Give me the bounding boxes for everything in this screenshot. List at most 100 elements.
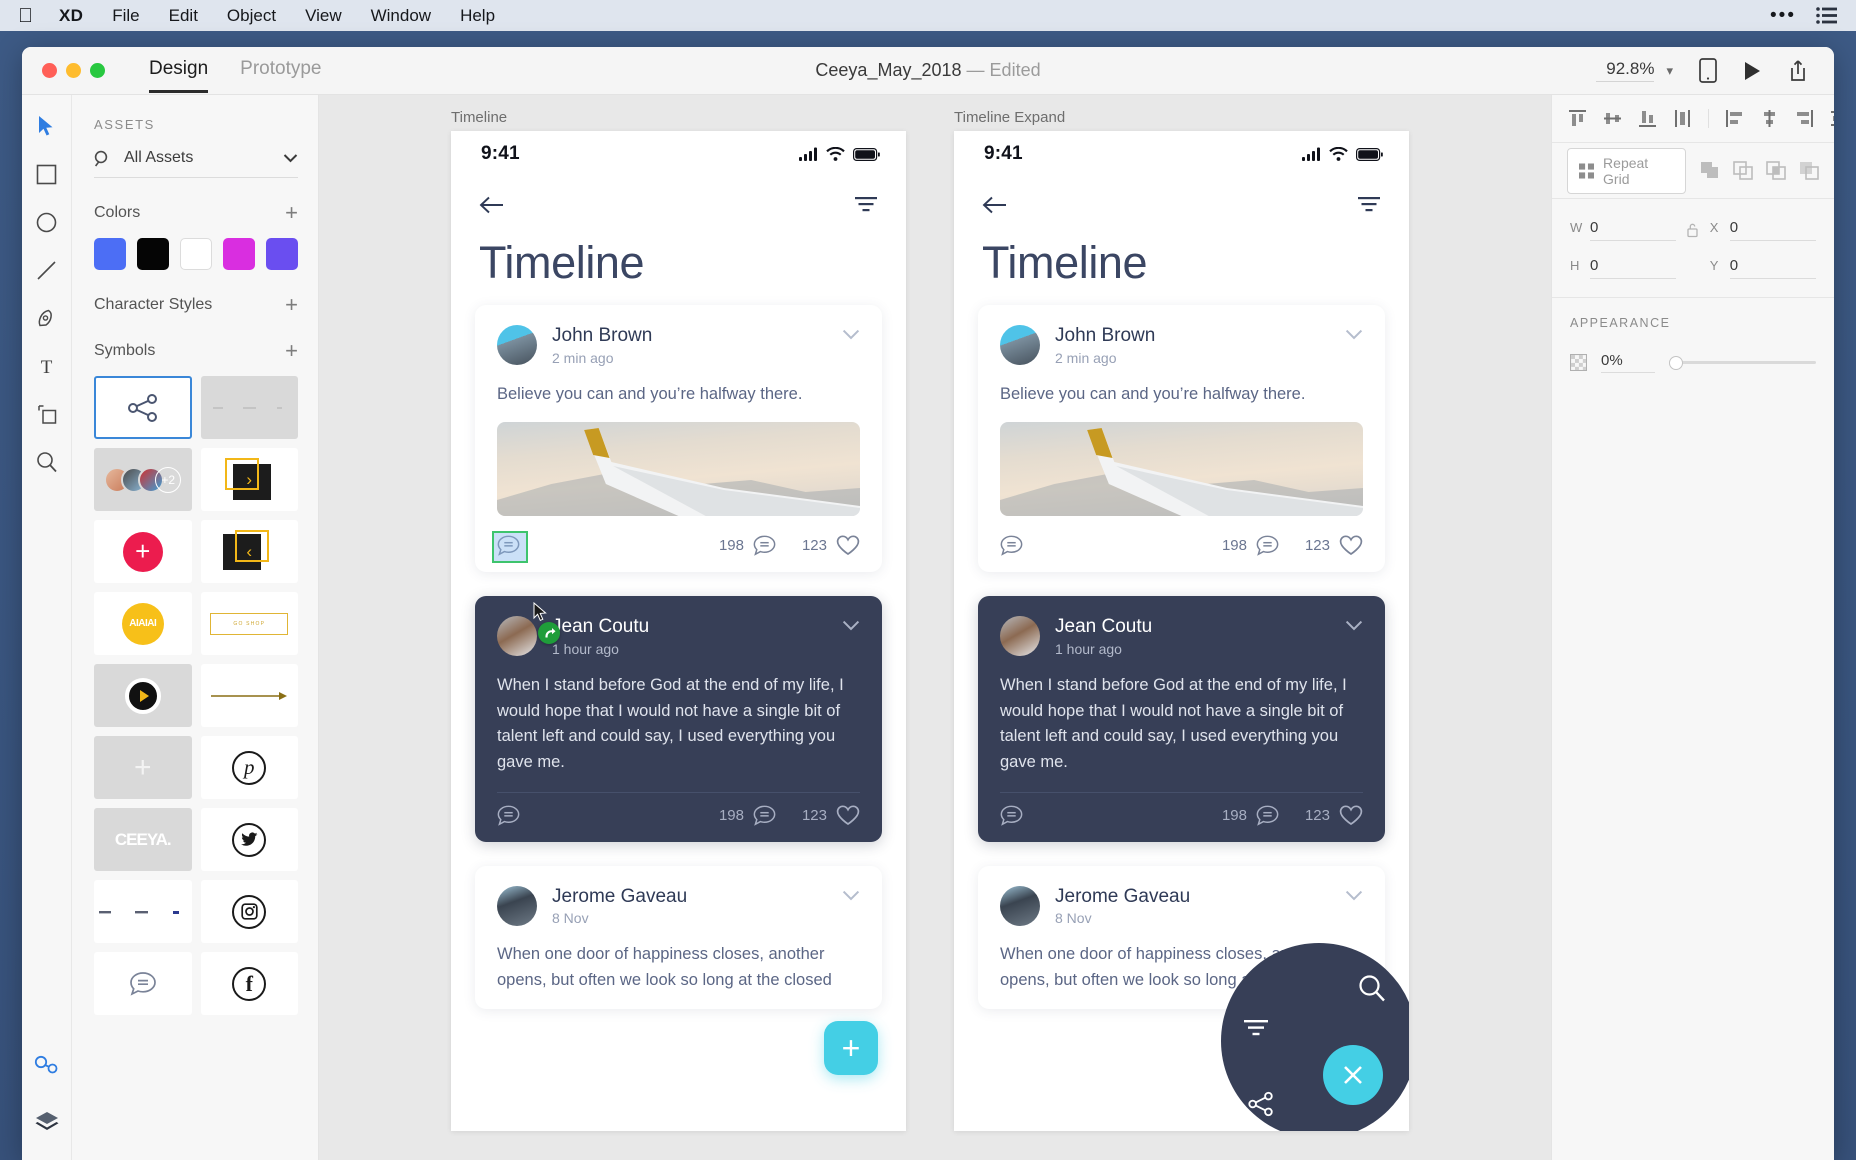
instagram-icon-symbol[interactable] (200, 880, 298, 943)
like-count-group[interactable]: 123 (802, 535, 860, 556)
zoom-tool-icon[interactable] (34, 449, 60, 475)
back-button[interactable] (479, 195, 505, 215)
post-expand-chevron[interactable] (842, 616, 860, 631)
chevron-down-icon[interactable] (842, 620, 860, 631)
opacity-value[interactable]: 0% (1601, 352, 1655, 373)
chevron-down-icon[interactable] (1345, 890, 1363, 901)
menu-item-object[interactable]: Object (227, 6, 276, 26)
back-arrow-icon[interactable] (479, 195, 505, 215)
assets-panel-icon[interactable] (34, 1052, 60, 1078)
post-expand-chevron[interactable] (1345, 886, 1363, 901)
like-heart-icon[interactable] (836, 804, 860, 826)
repeat-grid-button[interactable]: Repeat Grid (1567, 147, 1686, 194)
menu-item-edit[interactable]: Edit (169, 6, 198, 26)
comment-count-group[interactable]: 198 (1222, 535, 1279, 557)
distribute-horizontal-icon[interactable] (1830, 109, 1834, 128)
back-arrow-icon[interactable] (982, 195, 1008, 215)
post-card[interactable]: John Brown 2 min ago Believe you can and… (475, 305, 882, 573)
fab-filter-button[interactable] (1243, 1019, 1269, 1039)
comment-count-group[interactable]: 198 (719, 805, 776, 826)
x-field[interactable]: X 0 (1710, 219, 1816, 241)
align-horizontal-center-icon[interactable] (1760, 109, 1779, 128)
subtract-shapes-icon[interactable] (1733, 161, 1753, 180)
dashes-row-symbol[interactable] (94, 880, 192, 943)
share-icon[interactable] (1247, 1091, 1275, 1117)
text-tool-icon[interactable]: T (34, 353, 60, 379)
airplane-wing-photo[interactable] (1000, 422, 1363, 517)
ellipse-tool-icon[interactable] (34, 209, 60, 235)
chevron-down-icon[interactable] (1345, 329, 1363, 340)
prev-arrow-card-symbol[interactable]: ‹ (200, 520, 298, 583)
align-vertical-center-icon[interactable] (1603, 109, 1622, 128)
airplane-wing-photo[interactable] (497, 422, 860, 517)
expanded-fab-menu[interactable] (1221, 943, 1409, 1131)
post-card[interactable]: Jerome Gaveau 8 Nov When one door of hap… (475, 865, 882, 1010)
select-tool-icon[interactable] (34, 113, 60, 139)
menu-item-view[interactable]: View (305, 6, 342, 26)
long-arrow-symbol[interactable] (200, 664, 298, 727)
color-swatch[interactable] (137, 238, 169, 270)
x-value[interactable]: 0 (1729, 219, 1816, 241)
facebook-icon-symbol[interactable]: f (200, 952, 298, 1015)
line-tool-icon[interactable] (34, 257, 60, 283)
color-swatch[interactable] (223, 238, 255, 270)
pinterest-icon-symbol[interactable]: p (200, 736, 298, 799)
plus-placeholder-symbol[interactable]: + (94, 736, 192, 799)
artboard[interactable]: 9:41 Timeline John Brown 2 min ago Belie… (954, 131, 1409, 1131)
comment-icon[interactable] (753, 535, 776, 557)
layers-panel-icon[interactable] (34, 1108, 60, 1134)
color-swatch[interactable] (266, 238, 298, 270)
plus-icon[interactable]: + (285, 202, 298, 224)
minimize-window-button[interactable] (66, 63, 81, 78)
maximize-window-button[interactable] (90, 63, 105, 78)
menu-item-xd[interactable]: XD (59, 6, 83, 26)
post-card[interactable]: Jean Coutu 1 hour ago When I stand befor… (475, 596, 882, 842)
assets-search-row[interactable]: All Assets (94, 149, 298, 178)
align-bottom-icon[interactable] (1638, 109, 1657, 128)
aiaiai-logo-symbol[interactable]: AIAIAI (94, 592, 192, 655)
tab-design[interactable]: Design (149, 58, 209, 93)
intersect-shapes-icon[interactable] (1766, 161, 1786, 180)
post-comment-action[interactable] (1000, 805, 1023, 826)
add-post-fab[interactable]: + (824, 1021, 878, 1075)
comment-icon[interactable] (1000, 535, 1023, 557)
design-canvas[interactable]: Timeline 9:41 Timeline John Brown 2 min … (319, 95, 1551, 1160)
device-preview-icon[interactable] (1699, 58, 1717, 83)
post-expand-chevron[interactable] (842, 886, 860, 901)
add-circle-symbol[interactable]: + (94, 520, 192, 583)
chevron-down-icon[interactable] (1345, 620, 1363, 631)
share-icon[interactable] (1788, 59, 1808, 82)
pen-tool-icon[interactable] (34, 305, 60, 331)
post-comment-action[interactable] (492, 531, 528, 564)
post-card[interactable]: John Brown 2 min ago Believe you can and… (978, 305, 1385, 573)
search-icon[interactable] (1357, 973, 1387, 1003)
comment-count-group[interactable]: 198 (1222, 805, 1279, 826)
fab-close-button[interactable] (1323, 1045, 1383, 1105)
filter-icon[interactable] (1243, 1019, 1269, 1039)
avatar[interactable] (497, 616, 537, 657)
share-symbol[interactable] (94, 376, 192, 439)
post-card[interactable]: Jean Coutu 1 hour ago When I stand befor… (978, 596, 1385, 842)
post-comment-action[interactable] (497, 805, 520, 826)
avatar[interactable] (497, 325, 537, 365)
filter-button[interactable] (854, 196, 878, 214)
outline-button-symbol[interactable]: GO SHOP (200, 592, 298, 655)
post-expand-chevron[interactable] (1345, 325, 1363, 340)
height-value[interactable]: 0 (1590, 257, 1677, 279)
chevron-down-icon[interactable] (283, 153, 298, 163)
width-value[interactable]: 0 (1590, 219, 1677, 241)
chevron-down-icon[interactable]: ▾ (1666, 63, 1673, 79)
rectangle-tool-icon[interactable] (34, 161, 60, 187)
align-right-icon[interactable] (1795, 109, 1814, 128)
filter-icon[interactable] (1357, 196, 1381, 214)
play-icon[interactable] (1743, 61, 1762, 81)
zoom-level-value[interactable]: 92.8% (1596, 59, 1655, 82)
post-expand-chevron[interactable] (1345, 616, 1363, 631)
post-comment-action[interactable] (1000, 535, 1023, 557)
ceeya-logo-symbol[interactable]: CEEYA. (94, 808, 192, 871)
tab-prototype[interactable]: Prototype (240, 58, 321, 84)
distribute-vertical-icon[interactable] (1673, 109, 1692, 128)
comment-icon[interactable] (1256, 805, 1279, 826)
color-swatch[interactable] (180, 238, 212, 270)
filter-button[interactable] (1357, 196, 1381, 214)
